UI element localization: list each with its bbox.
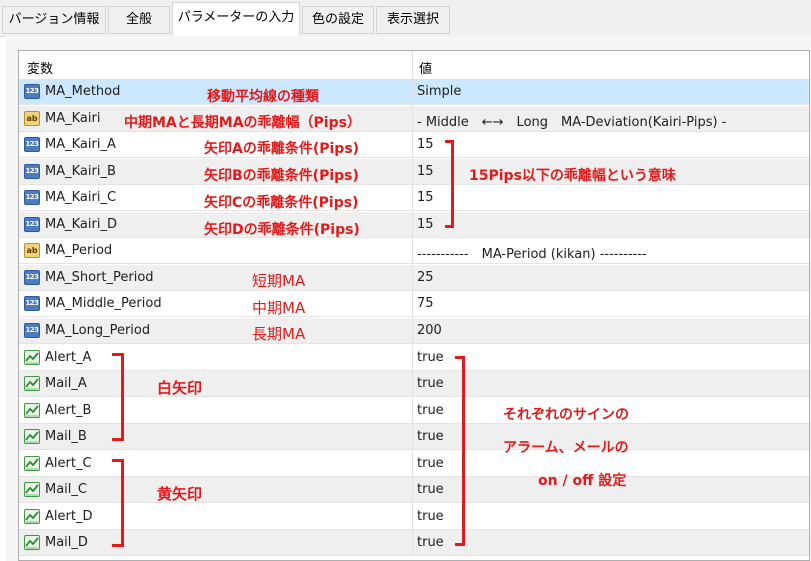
bool-icon bbox=[24, 376, 40, 392]
table-row[interactable]: ab MA_Period ----------- MA-Period (kikan)… bbox=[19, 238, 809, 265]
bracket-yellow-arrow bbox=[112, 459, 124, 547]
table-row[interactable]: 123 MA_Kairi_C 15 bbox=[19, 185, 809, 212]
variable-value[interactable]: true bbox=[417, 350, 444, 365]
bool-icon bbox=[24, 508, 40, 524]
header-variable[interactable]: 変数 bbox=[27, 58, 53, 77]
table-row[interactable]: Mail_B true bbox=[19, 424, 809, 451]
annotation-kairi-b: 矢印Bの乖離条件(Pips) bbox=[204, 168, 359, 184]
variable-value[interactable]: 25 bbox=[417, 270, 434, 285]
annotation-signal-line3: on / off 設定 bbox=[538, 473, 627, 489]
variable-value[interactable]: true bbox=[417, 535, 444, 550]
bool-icon bbox=[24, 535, 40, 551]
table-row[interactable]: Alert_D true bbox=[19, 503, 809, 530]
tab-parameter-input[interactable]: パラメーターの入力 bbox=[172, 2, 300, 36]
variable-name: MA_Kairi_B bbox=[45, 163, 116, 179]
variable-value[interactable]: Simple bbox=[417, 84, 461, 99]
variable-name: Alert_A bbox=[45, 349, 92, 365]
variable-name: Alert_C bbox=[45, 455, 92, 471]
variable-value[interactable]: true bbox=[417, 482, 444, 497]
variable-value[interactable]: true bbox=[417, 376, 444, 391]
variable-name: Mail_C bbox=[45, 482, 87, 498]
annotation-ma-kairi: 中期MAと長期MAの乖離幅（Pips） bbox=[124, 115, 361, 131]
number-icon: 123 bbox=[24, 269, 40, 285]
table-row[interactable]: 123 MA_Short_Period 25 bbox=[19, 264, 809, 291]
string-icon: ab bbox=[24, 110, 40, 126]
table-row[interactable]: Alert_C true bbox=[19, 450, 809, 477]
variable-value[interactable]: - Middle ←→ Long MA-Deviation(Kairi-Pips… bbox=[417, 111, 726, 130]
table-row[interactable]: 123 MA_Kairi_A 15 bbox=[19, 132, 809, 159]
table-row[interactable]: Alert_A true bbox=[19, 344, 809, 371]
variable-value[interactable]: 15 bbox=[417, 164, 434, 179]
string-icon: ab bbox=[24, 243, 40, 259]
tab-version-info[interactable]: バージョン情報 bbox=[2, 6, 106, 34]
variable-value[interactable]: ----------- MA-Period (kikan) ---------- bbox=[417, 243, 647, 262]
bool-icon bbox=[24, 455, 40, 471]
table-row[interactable]: Mail_A true bbox=[19, 371, 809, 398]
variable-name: Alert_D bbox=[45, 508, 93, 524]
annotation-kairi-d: 矢印Dの乖離条件(Pips) bbox=[204, 222, 360, 238]
tab-bar: バージョン情報 全般 パラメーターの入力 色の設定 表示選択 bbox=[0, 0, 811, 37]
annotation-signal-line1: それぞれのサインの bbox=[503, 407, 629, 423]
variable-name: MA_Period bbox=[45, 243, 113, 259]
annotation-yellow-arrow: 黄矢印 bbox=[157, 485, 203, 503]
variable-value[interactable]: 200 bbox=[417, 323, 442, 338]
bool-icon bbox=[24, 402, 40, 418]
number-icon: 123 bbox=[24, 190, 40, 206]
variable-name: Mail_B bbox=[45, 429, 87, 445]
variable-name: MA_Method bbox=[45, 84, 121, 99]
annotation-signal-line2: アラーム、メールの bbox=[503, 440, 629, 456]
number-icon: 123 bbox=[24, 163, 40, 179]
variable-name: Mail_A bbox=[45, 376, 87, 392]
number-icon: 123 bbox=[24, 296, 40, 312]
number-icon: 123 bbox=[24, 322, 40, 338]
annotation-kairi-meaning: 15Pips以下の乖離幅という意味 bbox=[469, 168, 676, 184]
variable-name: Mail_D bbox=[45, 535, 88, 551]
table-row[interactable]: 123 MA_Middle_Period 75 bbox=[19, 291, 809, 318]
bool-icon bbox=[24, 482, 40, 498]
variable-name: MA_Kairi_D bbox=[45, 216, 117, 232]
header-value[interactable]: 値 bbox=[419, 58, 432, 77]
table-row[interactable]: 123 MA_Long_Period 200 bbox=[19, 317, 809, 344]
bool-icon bbox=[24, 429, 40, 445]
variable-value[interactable]: 15 bbox=[417, 217, 434, 232]
table-row[interactable]: Alert_B true bbox=[19, 397, 809, 424]
variable-value[interactable]: 15 bbox=[417, 190, 434, 205]
annotation-kairi-a: 矢印Aの乖離条件(Pips) bbox=[204, 141, 360, 157]
table-row[interactable]: Mail_D true bbox=[19, 530, 809, 557]
variable-name: MA_Kairi bbox=[45, 110, 101, 126]
variable-name: MA_Kairi_C bbox=[45, 190, 117, 206]
variable-value[interactable]: 75 bbox=[417, 296, 434, 311]
bracket-signals bbox=[455, 356, 465, 546]
table-row[interactable]: Mail_C true bbox=[19, 477, 809, 504]
tab-general[interactable]: 全般 bbox=[108, 6, 170, 34]
table-row[interactable]: 123 MA_Kairi_B 15 bbox=[19, 158, 809, 185]
variable-name: MA_Kairi_A bbox=[45, 137, 116, 153]
variable-value[interactable]: 15 bbox=[417, 137, 434, 152]
annotation-long-ma: 長期MA bbox=[252, 325, 306, 343]
bracket-kairi bbox=[445, 140, 454, 228]
tab-color-settings[interactable]: 色の設定 bbox=[302, 6, 374, 34]
table-row[interactable]: 123 MA_Method Simple bbox=[19, 79, 809, 105]
annotation-kairi-c: 矢印Cの乖離条件(Pips) bbox=[204, 195, 359, 211]
bracket-white-arrow bbox=[112, 353, 124, 441]
number-icon: 123 bbox=[24, 216, 40, 232]
variable-name: MA_Middle_Period bbox=[45, 296, 162, 312]
variable-value[interactable]: true bbox=[417, 509, 444, 524]
variable-value[interactable]: true bbox=[417, 403, 444, 418]
annotation-middle-ma: 中期MA bbox=[252, 299, 306, 317]
variable-name: MA_Short_Period bbox=[45, 269, 154, 285]
table-row[interactable]: 123 MA_Kairi_D 15 bbox=[19, 211, 809, 238]
annotation-white-arrow: 白矢印 bbox=[157, 379, 203, 397]
annotation-short-ma: 短期MA bbox=[252, 272, 306, 290]
annotation-ma-method: 移動平均線の種類 bbox=[207, 89, 319, 105]
number-icon: 123 bbox=[24, 137, 40, 153]
bool-icon bbox=[24, 349, 40, 365]
variable-name: Alert_B bbox=[45, 402, 92, 418]
variable-value[interactable]: true bbox=[417, 429, 444, 444]
variable-name: MA_Long_Period bbox=[45, 322, 151, 338]
variable-value[interactable]: true bbox=[417, 456, 444, 471]
tab-display-selection[interactable]: 表示選択 bbox=[376, 6, 450, 34]
number-icon: 123 bbox=[24, 84, 40, 99]
grid-header: 変数 値 bbox=[19, 51, 809, 79]
